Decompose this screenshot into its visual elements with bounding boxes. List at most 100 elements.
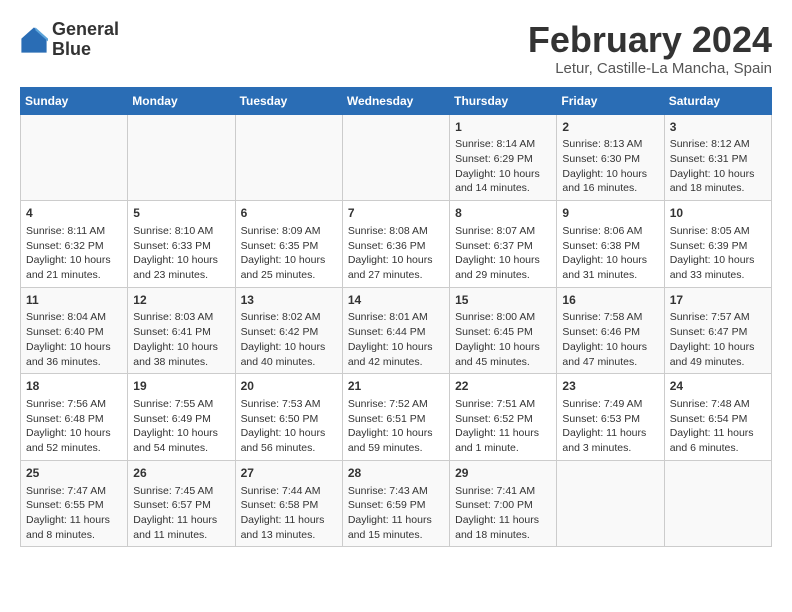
day-info-line: Sunset: 6:35 PM [241, 239, 337, 254]
day-info-line: Sunset: 6:39 PM [670, 239, 766, 254]
calendar-cell: 22 Sunrise: 7:51 AMSunset: 6:52 PMDayligh… [450, 374, 557, 461]
day-number: 27 [241, 465, 337, 482]
calendar-cell: 27Sunrise: 7:44 AMSunset: 6:58 PMDayligh… [235, 460, 342, 547]
day-info-line: and 29 minutes. [455, 268, 551, 283]
calendar-cell: 25Sunrise: 7:47 AMSunset: 6:55 PMDayligh… [21, 460, 128, 547]
day-info-line: and 52 minutes. [26, 441, 122, 456]
calendar-cell: 15Sunrise: 8:00 AMSunset: 6:45 PMDayligh… [450, 287, 557, 374]
day-info-line: Daylight: 10 hours [562, 340, 658, 355]
day-info-line: Sunset: 6:38 PM [562, 239, 658, 254]
calendar-cell: 7Sunrise: 8:08 AMSunset: 6:36 PMDaylight… [342, 201, 449, 288]
calendar-week-row: 18Sunrise: 7:56 AMSunset: 6:48 PMDayligh… [21, 374, 772, 461]
day-number: 10 [670, 205, 766, 222]
day-info-line: Daylight: 10 hours [455, 253, 551, 268]
calendar-table: Sunday Monday Tuesday Wednesday Thursday… [20, 87, 772, 548]
day-number: 12 [133, 292, 229, 309]
day-info-line: Sunrise: 8:02 AM [241, 310, 337, 325]
day-info-line: and 31 minutes. [562, 268, 658, 283]
day-number: 29 [455, 465, 551, 482]
calendar-cell: 6Sunrise: 8:09 AMSunset: 6:35 PMDaylight… [235, 201, 342, 288]
day-info-line: Sunrise: 7:56 AM [26, 397, 122, 412]
day-info-line: and 54 minutes. [133, 441, 229, 456]
day-info-line: Daylight: 10 hours [26, 340, 122, 355]
day-info-line: Daylight: 11 hours [670, 426, 766, 441]
day-info-line: Sunrise: 8:14 AM [455, 137, 551, 152]
day-number: 22 [455, 378, 551, 395]
day-info-line: Sunrise: 7:57 AM [670, 310, 766, 325]
calendar-week-row: 1Sunrise: 8:14 AMSunset: 6:29 PMDaylight… [21, 114, 772, 201]
day-info-line: Sunset: 6:42 PM [241, 325, 337, 340]
day-info-line: Sunrise: 7:55 AM [133, 397, 229, 412]
month-title: February 2024 [528, 20, 772, 60]
day-info-line: Daylight: 10 hours [562, 253, 658, 268]
day-info-line: Sunrise: 7:41 AM [455, 484, 551, 499]
day-info-line: Daylight: 11 hours [348, 513, 444, 528]
day-info-line: Sunset: 6:46 PM [562, 325, 658, 340]
day-info-line: Sunrise: 8:06 AM [562, 224, 658, 239]
day-info-line: Sunrise: 7:47 AM [26, 484, 122, 499]
day-info-line: Daylight: 10 hours [348, 426, 444, 441]
calendar-week-row: 4Sunrise: 8:11 AMSunset: 6:32 PMDaylight… [21, 201, 772, 288]
day-info-line: Sunrise: 7:43 AM [348, 484, 444, 499]
day-info-line: Daylight: 10 hours [455, 340, 551, 355]
day-info-line: Sunrise: 7:51 AM [455, 397, 551, 412]
day-info-line: and 11 minutes. [133, 528, 229, 543]
day-info-line: Sunset: 6:41 PM [133, 325, 229, 340]
day-number: 6 [241, 205, 337, 222]
day-info-line: and 1 minute. [455, 441, 551, 456]
day-info-line: Daylight: 10 hours [562, 167, 658, 182]
col-tuesday: Tuesday [235, 87, 342, 114]
day-info-line: and 25 minutes. [241, 268, 337, 283]
day-info-line: Daylight: 10 hours [241, 340, 337, 355]
calendar-cell [557, 460, 664, 547]
day-info-line: Daylight: 10 hours [133, 253, 229, 268]
day-info-line: and 21 minutes. [26, 268, 122, 283]
day-info-line: Sunset: 6:53 PM [562, 412, 658, 427]
day-info-line: Sunrise: 8:01 AM [348, 310, 444, 325]
day-info-line: and 14 minutes. [455, 181, 551, 196]
calendar-cell: 16Sunrise: 7:58 AMSunset: 6:46 PMDayligh… [557, 287, 664, 374]
day-info-line: Sunrise: 8:13 AM [562, 137, 658, 152]
day-info-line: Sunset: 7:00 PM [455, 498, 551, 513]
day-info-line: Sunset: 6:29 PM [455, 152, 551, 167]
day-info-line: and 42 minutes. [348, 355, 444, 370]
day-info-line: Sunset: 6:33 PM [133, 239, 229, 254]
day-info-line: Sunrise: 7:45 AM [133, 484, 229, 499]
logo-icon [20, 26, 48, 54]
calendar-cell: 26Sunrise: 7:45 AMSunset: 6:57 PMDayligh… [128, 460, 235, 547]
calendar-cell: 18Sunrise: 7:56 AMSunset: 6:48 PMDayligh… [21, 374, 128, 461]
calendar-cell [21, 114, 128, 201]
day-number: 17 [670, 292, 766, 309]
day-info-line: and 27 minutes. [348, 268, 444, 283]
day-info-line: Daylight: 10 hours [133, 426, 229, 441]
day-number: 24 [670, 378, 766, 395]
calendar-cell: 5Sunrise: 8:10 AMSunset: 6:33 PMDaylight… [128, 201, 235, 288]
day-info-line: Daylight: 10 hours [348, 340, 444, 355]
day-info-line: Daylight: 11 hours [455, 513, 551, 528]
day-info-line: Sunrise: 8:04 AM [26, 310, 122, 325]
day-info-line: Daylight: 11 hours [455, 426, 551, 441]
day-info-line: Sunset: 6:30 PM [562, 152, 658, 167]
day-info-line: Sunset: 6:58 PM [241, 498, 337, 513]
day-info-line: Sunset: 6:50 PM [241, 412, 337, 427]
day-info-line: and 15 minutes. [348, 528, 444, 543]
day-info-line: Sunset: 6:52 PM [455, 412, 551, 427]
day-number: 15 [455, 292, 551, 309]
day-info-line: and 33 minutes. [670, 268, 766, 283]
day-info-line: Daylight: 10 hours [670, 167, 766, 182]
calendar-cell: 10Sunrise: 8:05 AMSunset: 6:39 PMDayligh… [664, 201, 771, 288]
day-info-line: and 23 minutes. [133, 268, 229, 283]
day-info-line: and 56 minutes. [241, 441, 337, 456]
calendar-cell: 29 Sunrise: 7:41 AMSunset: 7:00 PMDayligh… [450, 460, 557, 547]
calendar-cell: 12Sunrise: 8:03 AMSunset: 6:41 PMDayligh… [128, 287, 235, 374]
day-info-line: and 13 minutes. [241, 528, 337, 543]
day-info-line: and 38 minutes. [133, 355, 229, 370]
day-info-line: Sunrise: 7:58 AM [562, 310, 658, 325]
day-info-line: Daylight: 10 hours [670, 340, 766, 355]
day-number: 9 [562, 205, 658, 222]
day-number: 1 [455, 119, 551, 136]
day-info-line: Sunset: 6:59 PM [348, 498, 444, 513]
logo-text: General Blue [52, 20, 119, 60]
day-info-line: and 49 minutes. [670, 355, 766, 370]
day-info-line: Daylight: 10 hours [455, 167, 551, 182]
